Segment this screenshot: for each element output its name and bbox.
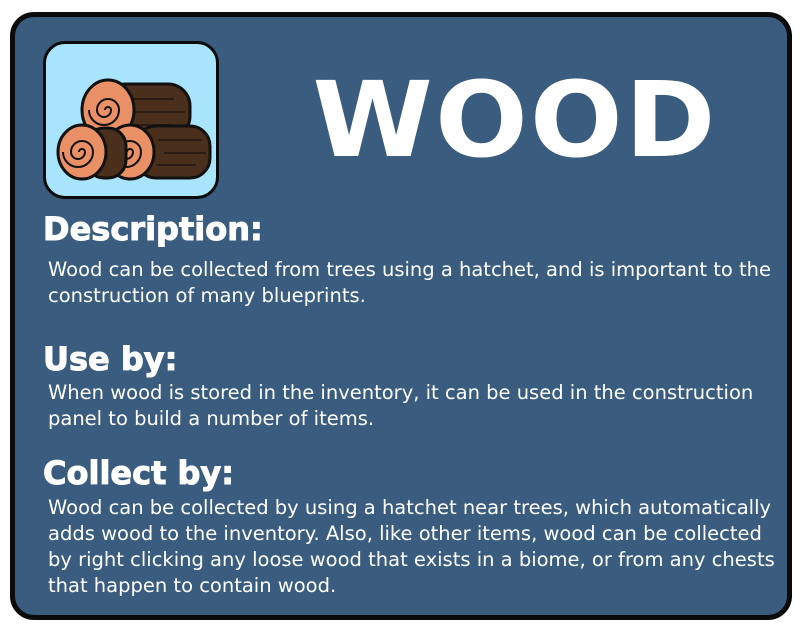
collect-by-text: Wood can be collected by using a hatchet… [48,496,775,597]
log-bottom-left [56,123,128,181]
description-text: Wood can be collected from trees using a… [48,258,772,307]
item-icon-frame [43,41,219,199]
item-info-card: WOOD Description: Wood can be collected … [10,12,792,620]
wood-logs-icon [56,78,212,181]
use-by-text: When wood is stored in the inventory, it… [48,381,754,430]
collect-by-heading: Collect by: [42,454,235,493]
item-title: WOOD [312,59,718,181]
use-by-heading: Use by: [42,340,178,379]
description-heading: Description: [43,210,264,249]
